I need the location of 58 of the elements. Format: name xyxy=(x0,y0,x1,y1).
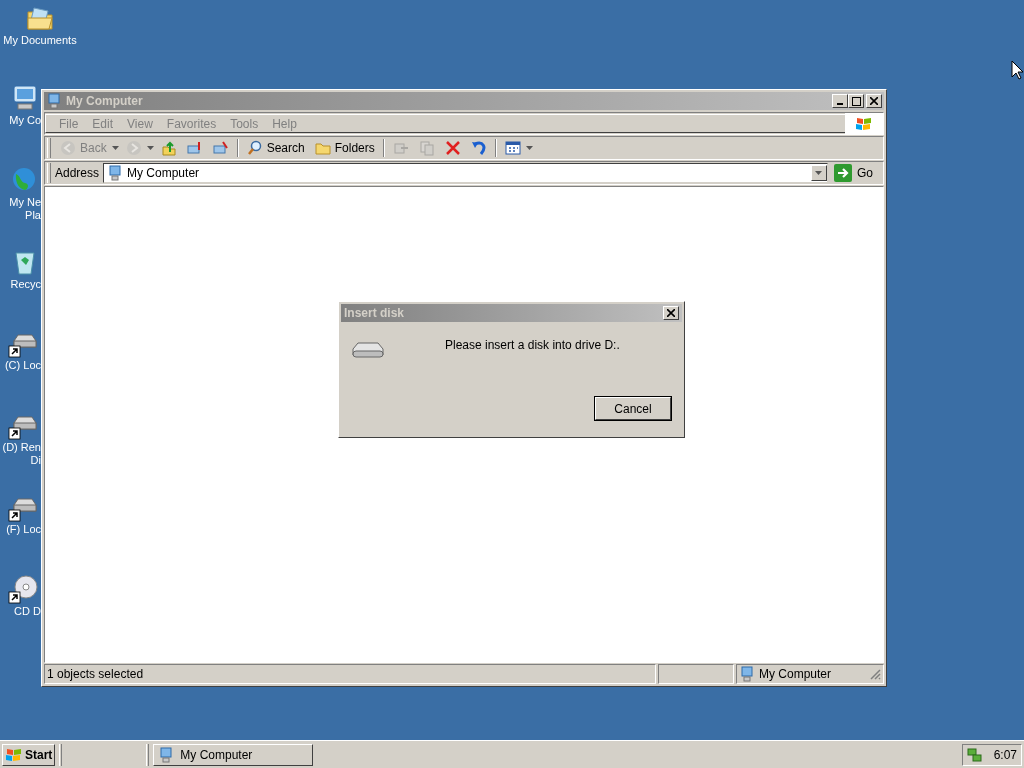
up-icon xyxy=(160,140,177,156)
caret-icon[interactable] xyxy=(815,171,823,175)
resize-grip-icon[interactable] xyxy=(869,668,881,680)
icon-label: CD D xyxy=(14,605,41,618)
search-icon xyxy=(246,140,263,156)
icon-label: My Ne xyxy=(9,196,41,209)
search-button[interactable]: Search xyxy=(243,138,308,158)
computer-icon xyxy=(158,746,175,763)
address-label: Address xyxy=(55,165,100,182)
undo-icon xyxy=(470,140,487,156)
move-icon xyxy=(392,140,409,156)
forward-icon xyxy=(125,140,142,156)
close-icon xyxy=(667,309,675,317)
flag-logo-icon xyxy=(855,115,873,132)
network-tray-icon[interactable] xyxy=(967,746,983,763)
caret-icon[interactable] xyxy=(525,146,533,150)
delete-icon xyxy=(444,140,461,156)
dialog-title: Insert disk xyxy=(344,305,405,322)
icon-label: Recyc xyxy=(10,278,41,291)
icon-label: Pla xyxy=(25,209,41,222)
maximize-button[interactable] xyxy=(848,94,864,108)
status-text: 1 objects selected xyxy=(47,666,144,683)
close-icon xyxy=(870,97,878,105)
cd-icon[interactable] xyxy=(8,573,40,605)
icon-label: Di xyxy=(30,454,41,467)
map-drive-icon xyxy=(186,140,203,156)
address-value: My Computer xyxy=(127,165,201,182)
arrow-right-icon xyxy=(834,164,852,182)
mouse-cursor-icon xyxy=(1011,60,1024,80)
dialog-message: Please insert a disk into drive D:. xyxy=(445,337,620,354)
close-button[interactable] xyxy=(866,94,882,108)
folders-icon xyxy=(314,140,331,156)
start-button[interactable]: Start xyxy=(2,743,56,766)
disconnect-icon xyxy=(212,140,229,156)
folders-button[interactable]: Folders xyxy=(311,138,378,158)
computer-icon xyxy=(46,93,62,109)
maximize-icon xyxy=(851,96,861,106)
minimize-button[interactable] xyxy=(832,94,848,108)
icon-label: (D) Ren xyxy=(2,441,41,454)
dropdown-button[interactable] xyxy=(811,165,827,181)
status-location: My Computer xyxy=(759,666,832,683)
minimize-icon xyxy=(837,102,843,105)
computer-icon xyxy=(107,165,124,181)
task-button[interactable]: My Computer xyxy=(153,743,314,766)
icon-label: (F) Loc xyxy=(6,523,41,536)
address-field[interactable]: My Computer xyxy=(103,163,828,183)
back-icon xyxy=(60,140,76,156)
icon-label: My Documents xyxy=(3,34,77,47)
clock: 6:07 xyxy=(993,746,1017,764)
go-button[interactable]: Go xyxy=(832,163,879,183)
copy-icon xyxy=(418,140,435,156)
flag-logo-icon xyxy=(5,746,23,763)
window-title: My Computer xyxy=(66,93,143,110)
cancel-button[interactable]: Cancel xyxy=(595,397,671,420)
icon-label: My Co xyxy=(9,114,41,127)
views-icon xyxy=(504,140,521,156)
close-button[interactable] xyxy=(663,306,679,320)
icon-label: (C) Loc xyxy=(4,359,41,372)
